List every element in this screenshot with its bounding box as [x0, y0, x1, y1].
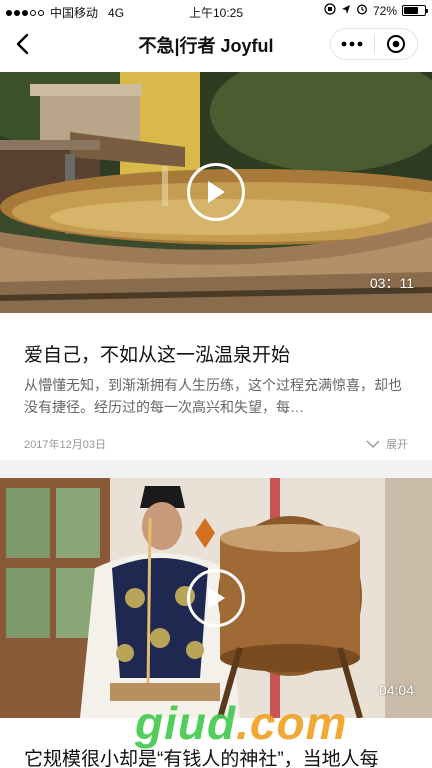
- orientation-lock-icon: [324, 3, 336, 18]
- video-duration: 04:04: [378, 682, 414, 698]
- video-player[interactable]: 04:04: [0, 478, 432, 718]
- video-player[interactable]: 03：11: [0, 72, 432, 313]
- page-title: 不急|行者 Joyful: [138, 36, 274, 56]
- status-bar: 中国移动 4G 上午10:25 72%: [0, 0, 432, 22]
- target-close-icon: [386, 35, 405, 53]
- battery-fill: [404, 7, 419, 14]
- article-description: 从懵懂无知，到渐渐拥有人生历练，这个过程充满惊喜，却也没有捷径。经历过的每一次高…: [24, 377, 402, 415]
- card-divider: [0, 460, 432, 478]
- watermark-suffix: .com: [236, 697, 348, 749]
- article-card[interactable]: 03：11 爱自己，不如从这一泓温泉开始 从懵懂无知，到渐渐拥有人生历练，这个过…: [0, 72, 432, 460]
- play-button[interactable]: [187, 163, 245, 221]
- battery-percent: 72%: [372, 3, 397, 18]
- more-dots-icon: [341, 41, 363, 47]
- article-meta: 2017年12月03日 展开: [24, 436, 408, 452]
- mini-program-capsule: [330, 28, 418, 60]
- play-icon: [208, 587, 225, 609]
- location-icon: [341, 4, 351, 18]
- expand-button[interactable]: 展开: [366, 436, 408, 452]
- status-right: 72%: [324, 3, 428, 18]
- back-arrow-icon: [16, 33, 29, 55]
- expand-label: 展开: [386, 439, 408, 451]
- play-button[interactable]: [187, 569, 245, 627]
- chevron-down-icon: [366, 440, 380, 448]
- article-date: 2017年12月03日: [24, 439, 106, 451]
- alarm-icon: [356, 3, 368, 18]
- article-title[interactable]: 爱自己，不如从这一泓温泉开始: [24, 340, 408, 367]
- close-mini-program-button[interactable]: [374, 29, 417, 59]
- site-watermark: giud.com: [135, 696, 347, 750]
- battery-icon: [402, 5, 428, 16]
- more-button[interactable]: [331, 29, 374, 59]
- watermark-main: giud: [135, 697, 237, 749]
- navigation-bar: 不急|行者 Joyful: [0, 22, 432, 66]
- play-icon: [208, 181, 225, 203]
- back-button[interactable]: [8, 30, 36, 58]
- video-duration: 03：11: [369, 275, 414, 291]
